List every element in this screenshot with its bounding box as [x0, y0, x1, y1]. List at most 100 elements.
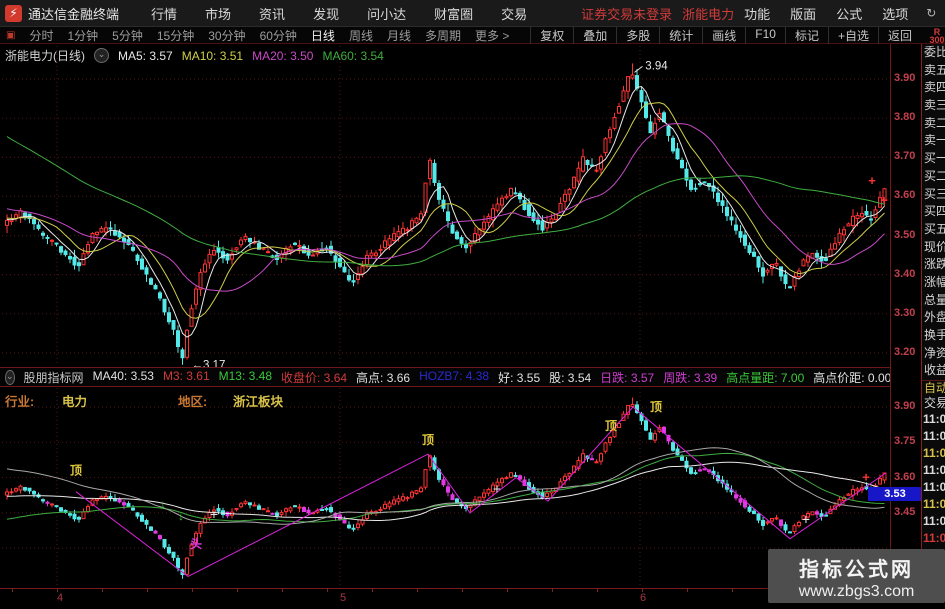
main-y-tick: 3.30 [894, 306, 916, 319]
quote-row-卖三: 卖三 [924, 98, 945, 113]
indicator-value-0: MA40: 3.53 [92, 368, 154, 383]
indicator-chart-pane[interactable] [0, 387, 891, 588]
main-y-tick: 3.50 [894, 228, 916, 241]
tool-多股[interactable]: 多股 [616, 26, 659, 44]
top-menu-items: 行情 市场 资讯 发现 问小达 财富圈 交易 [137, 4, 541, 23]
menu-5[interactable]: 财富圈 [420, 4, 487, 23]
quote-row-净资: 净资 [924, 345, 945, 360]
tool-返回[interactable]: 返回 [877, 26, 921, 44]
quote-row-买五: 买五 [924, 221, 945, 236]
quote-row-买一: 买一 [924, 151, 945, 166]
period-tab-周线[interactable]: 周线 [342, 27, 380, 44]
menu-4[interactable]: 问小达 [353, 4, 420, 23]
ma-label-0: MA5: 3.57 [118, 48, 173, 63]
indicator-value-2: M13: 3.48 [218, 368, 273, 383]
login-status[interactable]: 证券交易未登录 [581, 4, 672, 23]
quote-row-买四: 买四 [924, 204, 945, 219]
indicator-value-1: M3: 3.61 [162, 368, 210, 383]
app-title: 通达信金融终端 [28, 6, 120, 22]
quote-tab-自动[interactable]: 自动 [922, 381, 945, 396]
sub-y-tick: 3.60 [894, 470, 916, 483]
indicator-value-5: HOZB7: 4.38 [419, 368, 490, 383]
collapse-main-icon[interactable]: ⌄ [94, 48, 109, 63]
period-tab-5分钟[interactable]: 5分钟 [105, 27, 150, 44]
pane-divider [0, 367, 891, 368]
axis-notch [12, 588, 13, 592]
quote-tab-交易[interactable]: 交易 [922, 396, 945, 411]
watermark: 指标公式网 www.zbgs3.com [768, 549, 945, 603]
menu-0[interactable]: 行情 [137, 4, 191, 23]
period-tab-1分钟[interactable]: 1分钟 [60, 27, 105, 44]
period-tab-30分钟[interactable]: 30分钟 [201, 27, 252, 44]
menu-2[interactable]: 资讯 [245, 4, 299, 23]
quote-row-收益: 收益 [924, 363, 945, 378]
tool-标记[interactable]: 标记 [784, 26, 828, 44]
axis-notch [327, 588, 328, 592]
main-y-tick: 3.20 [894, 346, 916, 358]
sub-y-tick: 3.45 [894, 505, 916, 518]
top-icons: ↻▤✉ [918, 6, 945, 20]
quote-row-现价: 现价 [924, 239, 945, 254]
right-menu-1[interactable]: 版面 [780, 4, 826, 23]
tdx-terminal-window: ⚡ 通达信金融终端 行情 市场 资讯 发现 问小达 财富圈 交易 证券交易未登录 浙能电力 … [0, 0, 945, 609]
industry-value[interactable]: 电力 [62, 391, 87, 410]
ma-legend: MA5: 3.57 MA10: 3.51 MA20: 3.50 MA60: 3.54 [118, 49, 384, 63]
period-tab-月线[interactable]: 月线 [380, 27, 418, 44]
tool-F10[interactable]: F10 [745, 26, 785, 44]
quote-panel[interactable]: 委比卖五卖四卖三卖二卖一买一买二买三买四买五现价涨跌涨幅总量外盘换手净资收益 自… [921, 44, 945, 588]
sub-y-tick: 3.75 [894, 435, 916, 448]
right-menu-3[interactable]: 选项 [872, 4, 918, 23]
region-value[interactable]: 浙江板块 [233, 391, 283, 410]
indicator-header: ⌄ 股朋指标网 MA40: 3.53 M3: 3.61 M13: 3.48 收盘价: … [0, 367, 891, 387]
trade-time-1: 11:04 [923, 429, 945, 444]
ma-label-3: MA60: 3.54 [322, 48, 384, 63]
tool-+自选[interactable]: +自选 [827, 26, 878, 44]
trade-time-5: 11:04 [923, 497, 945, 512]
quote-row-委比: 委比 [924, 45, 945, 59]
quote-row-换手: 换手 [924, 328, 945, 342]
period-tab-分时[interactable]: 分时 [22, 27, 60, 44]
top-menu-bar: ⚡ 通达信金融终端 行情 市场 资讯 发现 问小达 财富圈 交易 证券交易未登录 浙能电力 … [0, 0, 945, 27]
tool-画线[interactable]: 画线 [702, 26, 745, 44]
axis-notch [642, 588, 643, 592]
menu-1[interactable]: 市场 [191, 4, 245, 23]
quote-row-卖五: 卖五 [924, 62, 945, 77]
indicator-value-3: 收盘价: 3.64 [281, 370, 348, 385]
indicator-source[interactable]: 股朋指标网 [24, 369, 84, 386]
menu-3[interactable]: 发现 [299, 4, 353, 23]
indicator-values: MA40: 3.53 M3: 3.61 M13: 3.48 收盘价: 3.64 高点: … [93, 369, 891, 386]
axis-notch [57, 588, 58, 592]
period-tab-15分钟[interactable]: 15分钟 [150, 27, 201, 44]
tool-buttons: 复权 叠加 多股 统计 画线 F10 标记 +自选 返回 [530, 26, 921, 44]
window-split-icon[interactable]: ▣ [6, 30, 15, 41]
current-stock-name: 浙能电力 [682, 6, 735, 22]
axis-notch [282, 588, 283, 592]
axis-notch [597, 588, 598, 592]
period-tab-更多 >[interactable]: 更多 > [468, 27, 516, 44]
x-tick-4: 4 [57, 592, 64, 604]
main-chart-pane[interactable] [0, 44, 891, 367]
period-tabs: 分时 1分钟 5分钟 15分钟 30分钟 60分钟 日线 周线 月线 多周期 更多 > [22, 27, 516, 44]
trade-time-3: 11:04 [923, 463, 945, 478]
tool-复权[interactable]: 复权 [530, 26, 573, 44]
period-tab-60分钟[interactable]: 60分钟 [253, 27, 304, 44]
tool-统计[interactable]: 统计 [659, 26, 702, 44]
tool-叠加[interactable]: 叠加 [573, 26, 616, 44]
quote-row-总量: 总量 [924, 292, 945, 307]
right-menu-0[interactable]: 功能 [734, 4, 780, 23]
x-tick-5: 5 [340, 592, 347, 604]
quote-row-买三: 买三 [924, 186, 945, 201]
main-y-tick: 3.70 [894, 150, 916, 163]
menu-6[interactable]: 交易 [487, 4, 541, 23]
refresh-icon[interactable]: ↻ [918, 6, 944, 20]
indicator-value-7: 股: 3.54 [549, 370, 592, 385]
main-y-tick: 3.90 [894, 72, 916, 84]
main-chart-title: 浙能电力(日线) [5, 49, 85, 63]
period-tab-日线[interactable]: 日线 [304, 27, 342, 44]
period-tab-多周期[interactable]: 多周期 [418, 27, 468, 44]
right-menu-2[interactable]: 公式 [826, 4, 872, 23]
collapse-indicator-icon[interactable]: ⌄ [5, 369, 15, 385]
indicator-value-6: 好: 3.55 [498, 370, 541, 385]
trade-time-4: 11:04 [923, 480, 945, 495]
trade-time-7: 11:04 [923, 531, 945, 546]
